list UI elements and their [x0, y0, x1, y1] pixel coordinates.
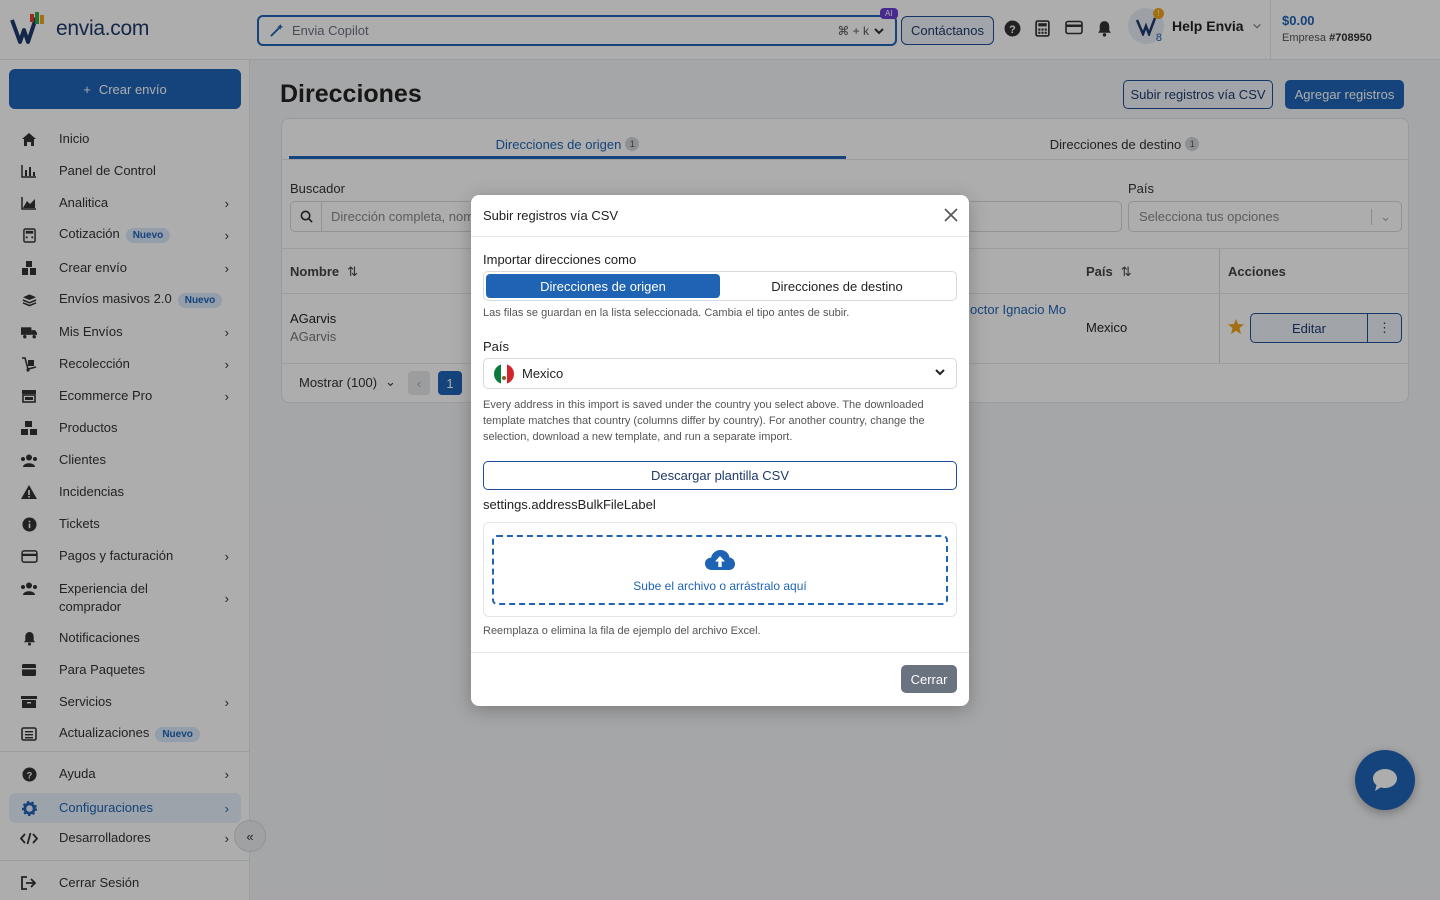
country-select[interactable]: Mexico [483, 358, 957, 389]
file-help-text: Reemplaza o elimina la fila de ejemplo d… [483, 625, 761, 637]
import-as-label: Importar direcciones como [483, 252, 637, 267]
country-label: País [483, 339, 510, 354]
modal-header: Subir registros vía CSV [471, 195, 969, 237]
upload-csv-modal: Subir registros vía CSV Importar direcci… [471, 195, 969, 706]
cloud-upload-icon [704, 548, 736, 575]
close-button[interactable]: Cerrar [901, 665, 957, 693]
mexico-flag-icon [494, 363, 514, 384]
country-help-text: Every address in this import is saved un… [483, 399, 925, 443]
close-icon[interactable] [943, 207, 959, 226]
file-dropzone[interactable]: Sube el archivo o arrástralo aquí [492, 535, 948, 605]
chevron-down-icon [934, 366, 946, 381]
toggle-destination[interactable]: Direcciones de destino [720, 274, 954, 298]
toggle-help-text: Las filas se guardan en la lista selecci… [483, 307, 850, 319]
file-dropzone-container: Sube el archivo o arrástralo aquí [483, 522, 957, 617]
modal-footer-divider [471, 652, 969, 653]
modal-title: Subir registros vía CSV [483, 208, 619, 223]
country-select-value: Mexico [522, 366, 564, 381]
toggle-origin[interactable]: Direcciones de origen [486, 274, 720, 298]
dropzone-text: Sube el archivo o arrástralo aquí [633, 578, 807, 593]
file-label: settings.addressBulkFileLabel [483, 497, 656, 512]
download-template-button[interactable]: Descargar plantilla CSV [483, 461, 957, 490]
address-type-toggle: Direcciones de origen Direcciones de des… [483, 271, 957, 301]
